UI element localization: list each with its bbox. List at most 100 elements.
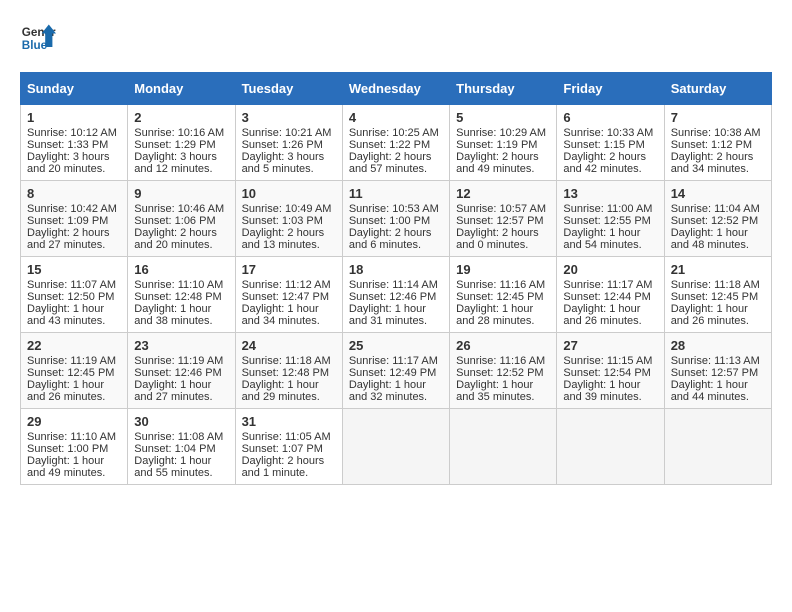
sunrise-text: Sunrise: 10:57 AM: [456, 203, 550, 215]
day-number: 29: [27, 414, 121, 429]
calendar-cell: 21Sunrise: 11:18 AMSunset: 12:45 PMDayli…: [664, 257, 771, 333]
daylight-text: Daylight: 2 hours and 1 minute.: [242, 455, 336, 479]
day-number: 31: [242, 414, 336, 429]
daylight-text: Daylight: 2 hours and 13 minutes.: [242, 227, 336, 251]
calendar-cell: 17Sunrise: 11:12 AMSunset: 12:47 PMDayli…: [235, 257, 342, 333]
sunset-text: Sunset: 12:44 PM: [563, 291, 657, 303]
day-number: 7: [671, 110, 765, 125]
day-number: 1: [27, 110, 121, 125]
sunrise-text: Sunrise: 11:05 AM: [242, 431, 336, 443]
calendar-cell: 26Sunrise: 11:16 AMSunset: 12:52 PMDayli…: [450, 333, 557, 409]
sunrise-text: Sunrise: 10:25 AM: [349, 127, 443, 139]
calendar-cell: 3Sunrise: 10:21 AMSunset: 1:26 PMDayligh…: [235, 105, 342, 181]
daylight-text: Daylight: 1 hour and 38 minutes.: [134, 303, 228, 327]
logo-icon: General Blue: [20, 20, 56, 56]
day-number: 13: [563, 186, 657, 201]
day-number: 19: [456, 262, 550, 277]
day-number: 18: [349, 262, 443, 277]
calendar-cell: 2Sunrise: 10:16 AMSunset: 1:29 PMDayligh…: [128, 105, 235, 181]
daylight-text: Daylight: 1 hour and 28 minutes.: [456, 303, 550, 327]
calendar-cell: [557, 409, 664, 485]
day-number: 26: [456, 338, 550, 353]
daylight-text: Daylight: 2 hours and 42 minutes.: [563, 151, 657, 175]
sunset-text: Sunset: 1:03 PM: [242, 215, 336, 227]
calendar-week-1: 1Sunrise: 10:12 AMSunset: 1:33 PMDayligh…: [21, 105, 772, 181]
daylight-text: Daylight: 1 hour and 54 minutes.: [563, 227, 657, 251]
sunset-text: Sunset: 12:48 PM: [134, 291, 228, 303]
calendar-cell: 22Sunrise: 11:19 AMSunset: 12:45 PMDayli…: [21, 333, 128, 409]
day-number: 8: [27, 186, 121, 201]
calendar-table: SundayMondayTuesdayWednesdayThursdayFrid…: [20, 72, 772, 485]
calendar-cell: 20Sunrise: 11:17 AMSunset: 12:44 PMDayli…: [557, 257, 664, 333]
svg-text:Blue: Blue: [22, 39, 48, 52]
sunset-text: Sunset: 12:55 PM: [563, 215, 657, 227]
calendar-cell: [664, 409, 771, 485]
sunset-text: Sunset: 12:46 PM: [134, 367, 228, 379]
day-number: 23: [134, 338, 228, 353]
sunrise-text: Sunrise: 11:18 AM: [671, 279, 765, 291]
sunrise-text: Sunrise: 10:33 AM: [563, 127, 657, 139]
sunset-text: Sunset: 12:52 PM: [671, 215, 765, 227]
daylight-text: Daylight: 2 hours and 20 minutes.: [134, 227, 228, 251]
daylight-text: Daylight: 2 hours and 0 minutes.: [456, 227, 550, 251]
sunrise-text: Sunrise: 11:10 AM: [27, 431, 121, 443]
calendar-cell: 16Sunrise: 11:10 AMSunset: 12:48 PMDayli…: [128, 257, 235, 333]
calendar-cell: 10Sunrise: 10:49 AMSunset: 1:03 PMDaylig…: [235, 181, 342, 257]
calendar-cell: 18Sunrise: 11:14 AMSunset: 12:46 PMDayli…: [342, 257, 449, 333]
header-sunday: Sunday: [21, 73, 128, 105]
daylight-text: Daylight: 3 hours and 12 minutes.: [134, 151, 228, 175]
sunrise-text: Sunrise: 10:42 AM: [27, 203, 121, 215]
calendar-week-3: 15Sunrise: 11:07 AMSunset: 12:50 PMDayli…: [21, 257, 772, 333]
sunrise-text: Sunrise: 11:00 AM: [563, 203, 657, 215]
calendar-week-2: 8Sunrise: 10:42 AMSunset: 1:09 PMDayligh…: [21, 181, 772, 257]
daylight-text: Daylight: 1 hour and 35 minutes.: [456, 379, 550, 403]
sunrise-text: Sunrise: 10:53 AM: [349, 203, 443, 215]
sunset-text: Sunset: 1:04 PM: [134, 443, 228, 455]
sunrise-text: Sunrise: 11:19 AM: [27, 355, 121, 367]
page-header: General Blue: [20, 20, 772, 56]
daylight-text: Daylight: 1 hour and 29 minutes.: [242, 379, 336, 403]
calendar-cell: 15Sunrise: 11:07 AMSunset: 12:50 PMDayli…: [21, 257, 128, 333]
day-number: 28: [671, 338, 765, 353]
sunset-text: Sunset: 1:15 PM: [563, 139, 657, 151]
sunset-text: Sunset: 12:57 PM: [456, 215, 550, 227]
day-number: 12: [456, 186, 550, 201]
day-number: 2: [134, 110, 228, 125]
daylight-text: Daylight: 1 hour and 26 minutes.: [563, 303, 657, 327]
day-number: 20: [563, 262, 657, 277]
sunset-text: Sunset: 12:50 PM: [27, 291, 121, 303]
daylight-text: Daylight: 1 hour and 43 minutes.: [27, 303, 121, 327]
day-number: 30: [134, 414, 228, 429]
calendar-cell: 13 Sunrise: 11:00 AMSunset: 12:55 PMDayli…: [557, 181, 664, 257]
calendar-cell: 29Sunrise: 11:10 AMSunset: 1:00 PMDaylig…: [21, 409, 128, 485]
sunset-text: Sunset: 1:26 PM: [242, 139, 336, 151]
sunrise-text: Sunrise: 11:04 AM: [671, 203, 765, 215]
sunrise-text: Sunrise: 11:12 AM: [242, 279, 336, 291]
sunrise-text: Sunrise: 10:21 AM: [242, 127, 336, 139]
sunset-text: Sunset: 1:19 PM: [456, 139, 550, 151]
daylight-text: Daylight: 2 hours and 27 minutes.: [27, 227, 121, 251]
header-friday: Friday: [557, 73, 664, 105]
sunrise-text: Sunrise: 11:08 AM: [134, 431, 228, 443]
calendar-cell: 28Sunrise: 11:13 AMSunset: 12:57 PMDayli…: [664, 333, 771, 409]
day-number: 17: [242, 262, 336, 277]
calendar-cell: 14Sunrise: 11:04 AMSunset: 12:52 PMDayli…: [664, 181, 771, 257]
sunrise-text: Sunrise: 11:16 AM: [456, 355, 550, 367]
calendar-cell: 27Sunrise: 11:15 AMSunset: 12:54 PMDayli…: [557, 333, 664, 409]
day-number: 25: [349, 338, 443, 353]
sunset-text: Sunset: 12:49 PM: [349, 367, 443, 379]
sunset-text: Sunset: 12:54 PM: [563, 367, 657, 379]
daylight-text: Daylight: 3 hours and 5 minutes.: [242, 151, 336, 175]
day-number: 9: [134, 186, 228, 201]
calendar-cell: 25Sunrise: 11:17 AMSunset: 12:49 PMDayli…: [342, 333, 449, 409]
sunset-text: Sunset: 12:45 PM: [671, 291, 765, 303]
calendar-cell: 5Sunrise: 10:29 AMSunset: 1:19 PMDayligh…: [450, 105, 557, 181]
sunrise-text: Sunrise: 11:14 AM: [349, 279, 443, 291]
calendar-cell: 1Sunrise: 10:12 AMSunset: 1:33 PMDayligh…: [21, 105, 128, 181]
sunset-text: Sunset: 1:06 PM: [134, 215, 228, 227]
calendar-cell: 11Sunrise: 10:53 AMSunset: 1:00 PMDaylig…: [342, 181, 449, 257]
daylight-text: Daylight: 1 hour and 39 minutes.: [563, 379, 657, 403]
day-number: 11: [349, 186, 443, 201]
calendar-header-row: SundayMondayTuesdayWednesdayThursdayFrid…: [21, 73, 772, 105]
sunset-text: Sunset: 1:22 PM: [349, 139, 443, 151]
